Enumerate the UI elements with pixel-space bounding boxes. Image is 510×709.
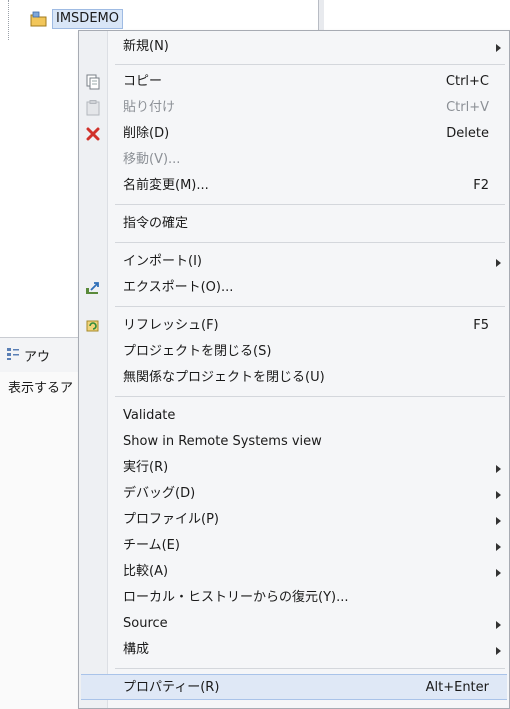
menu-item-close-project[interactable]: プロジェクトを閉じる(S) — [79, 339, 509, 365]
menu-item-debug[interactable]: デバッグ(D) — [79, 481, 509, 507]
menu-item-label: コピー — [123, 74, 163, 89]
tree-item-label: IMSDEMO — [52, 9, 123, 29]
menu-item-profile[interactable]: プロファイル(P) — [79, 507, 509, 533]
menu-item-properties[interactable]: プロパティー(R) Alt+Enter — [81, 674, 507, 700]
menu-item-move[interactable]: 移動(V)... — [79, 147, 509, 173]
menu-item-label: プロジェクトを閉じる(S) — [123, 344, 272, 359]
menu-item-compare[interactable]: 比較(A) — [79, 559, 509, 585]
menu-item-close-unrelated-projects[interactable]: 無関係なプロジェクトを閉じる(U) — [79, 365, 509, 391]
menu-item-label: 指令の確定 — [123, 216, 189, 231]
delete-icon — [85, 126, 101, 142]
menu-item-source[interactable]: Source — [79, 611, 509, 637]
outline-tab-label: アウ — [24, 350, 51, 365]
submenu-arrow-icon — [496, 647, 501, 655]
menu-item-new[interactable]: 新規(N) — [79, 34, 509, 60]
menu-item-shortcut: F2 — [473, 178, 489, 193]
menu-item-paste[interactable]: 貼り付け Ctrl+V — [79, 95, 509, 121]
menu-item-shortcut: F5 — [473, 318, 489, 333]
menu-item-export[interactable]: エクスポート(O)... — [79, 275, 509, 301]
menu-item-copy[interactable]: コピー Ctrl+C — [79, 69, 509, 95]
menu-item-label: 新規(N) — [123, 39, 169, 54]
menu-item-label: チーム(E) — [123, 538, 180, 553]
menu-item-label: プロパティー(R) — [123, 680, 220, 695]
menu-item-label: ローカル・ヒストリーからの復元(Y)... — [123, 590, 349, 605]
menu-separator — [115, 396, 505, 397]
menu-item-run[interactable]: 実行(R) — [79, 455, 509, 481]
menu-item-label: Validate — [123, 408, 176, 423]
menu-item-label: 構成 — [123, 642, 150, 657]
menu-item-label: デバッグ(D) — [123, 486, 196, 501]
copy-icon — [85, 74, 101, 90]
outline-icon — [6, 347, 20, 365]
menu-item-refresh[interactable]: リフレッシュ(F) F5 — [79, 313, 509, 339]
menu-item-configure[interactable]: 構成 — [79, 637, 509, 663]
menu-item-restore-local-history[interactable]: ローカル・ヒストリーからの復元(Y)... — [79, 585, 509, 611]
menu-separator — [115, 668, 505, 669]
menu-item-shortcut: Ctrl+C — [445, 74, 489, 89]
menu-item-shortcut: Ctrl+V — [446, 100, 489, 115]
menu-item-label: リフレッシュ(F) — [123, 318, 219, 333]
menu-item-team[interactable]: チーム(E) — [79, 533, 509, 559]
tree-guide-line — [8, 0, 9, 40]
menu-separator — [115, 306, 505, 307]
submenu-arrow-icon — [496, 44, 501, 52]
submenu-arrow-icon — [496, 517, 501, 525]
menu-separator — [115, 242, 505, 243]
export-icon — [85, 280, 101, 296]
menu-item-label: 移動(V)... — [123, 152, 181, 167]
menu-item-delete[interactable]: 削除(D) Delete — [79, 121, 509, 147]
menu-item-label: 無関係なプロジェクトを閉じる(U) — [123, 370, 325, 385]
menu-item-label: プロファイル(P) — [123, 512, 219, 527]
menu-item-show-in-remote-systems[interactable]: Show in Remote Systems view — [79, 429, 509, 455]
menu-item-label: 削除(D) — [123, 126, 170, 141]
menu-item-label: インポート(I) — [123, 254, 202, 269]
paste-icon — [85, 100, 101, 116]
menu-item-validate[interactable]: Validate — [79, 403, 509, 429]
menu-item-label: 実行(R) — [123, 460, 169, 475]
tree-item-imsdemo[interactable]: IMSDEMO — [30, 8, 123, 30]
menu-item-shortcut: Delete — [446, 126, 489, 141]
context-menu: 新規(N) コピー Ctrl+C 貼り付け Ctrl+V 削除(D) Delet… — [78, 30, 510, 709]
project-folder-icon — [30, 11, 48, 27]
menu-item-label: 比較(A) — [123, 564, 169, 579]
menu-item-label: 貼り付け — [123, 100, 176, 115]
submenu-arrow-icon — [496, 569, 501, 577]
menu-item-label: Show in Remote Systems view — [123, 434, 322, 449]
menu-item-confirm-directive[interactable]: 指令の確定 — [79, 211, 509, 237]
menu-separator — [115, 204, 505, 205]
outline-body — [0, 372, 79, 709]
tab-outline[interactable]: アウ — [6, 346, 50, 365]
refresh-icon — [85, 318, 101, 334]
menu-item-rename[interactable]: 名前変更(M)... F2 — [79, 173, 509, 199]
submenu-arrow-icon — [496, 465, 501, 473]
submenu-arrow-icon — [496, 543, 501, 551]
menu-item-label: 名前変更(M)... — [123, 178, 209, 193]
outline-message: 表示するア — [8, 381, 74, 396]
menu-separator — [115, 64, 505, 65]
submenu-arrow-icon — [496, 259, 501, 267]
submenu-arrow-icon — [496, 491, 501, 499]
menu-item-import[interactable]: インポート(I) — [79, 249, 509, 275]
submenu-arrow-icon — [496, 621, 501, 629]
menu-item-shortcut: Alt+Enter — [425, 680, 489, 695]
menu-item-label: Source — [123, 616, 168, 631]
menu-item-label: エクスポート(O)... — [123, 280, 234, 295]
